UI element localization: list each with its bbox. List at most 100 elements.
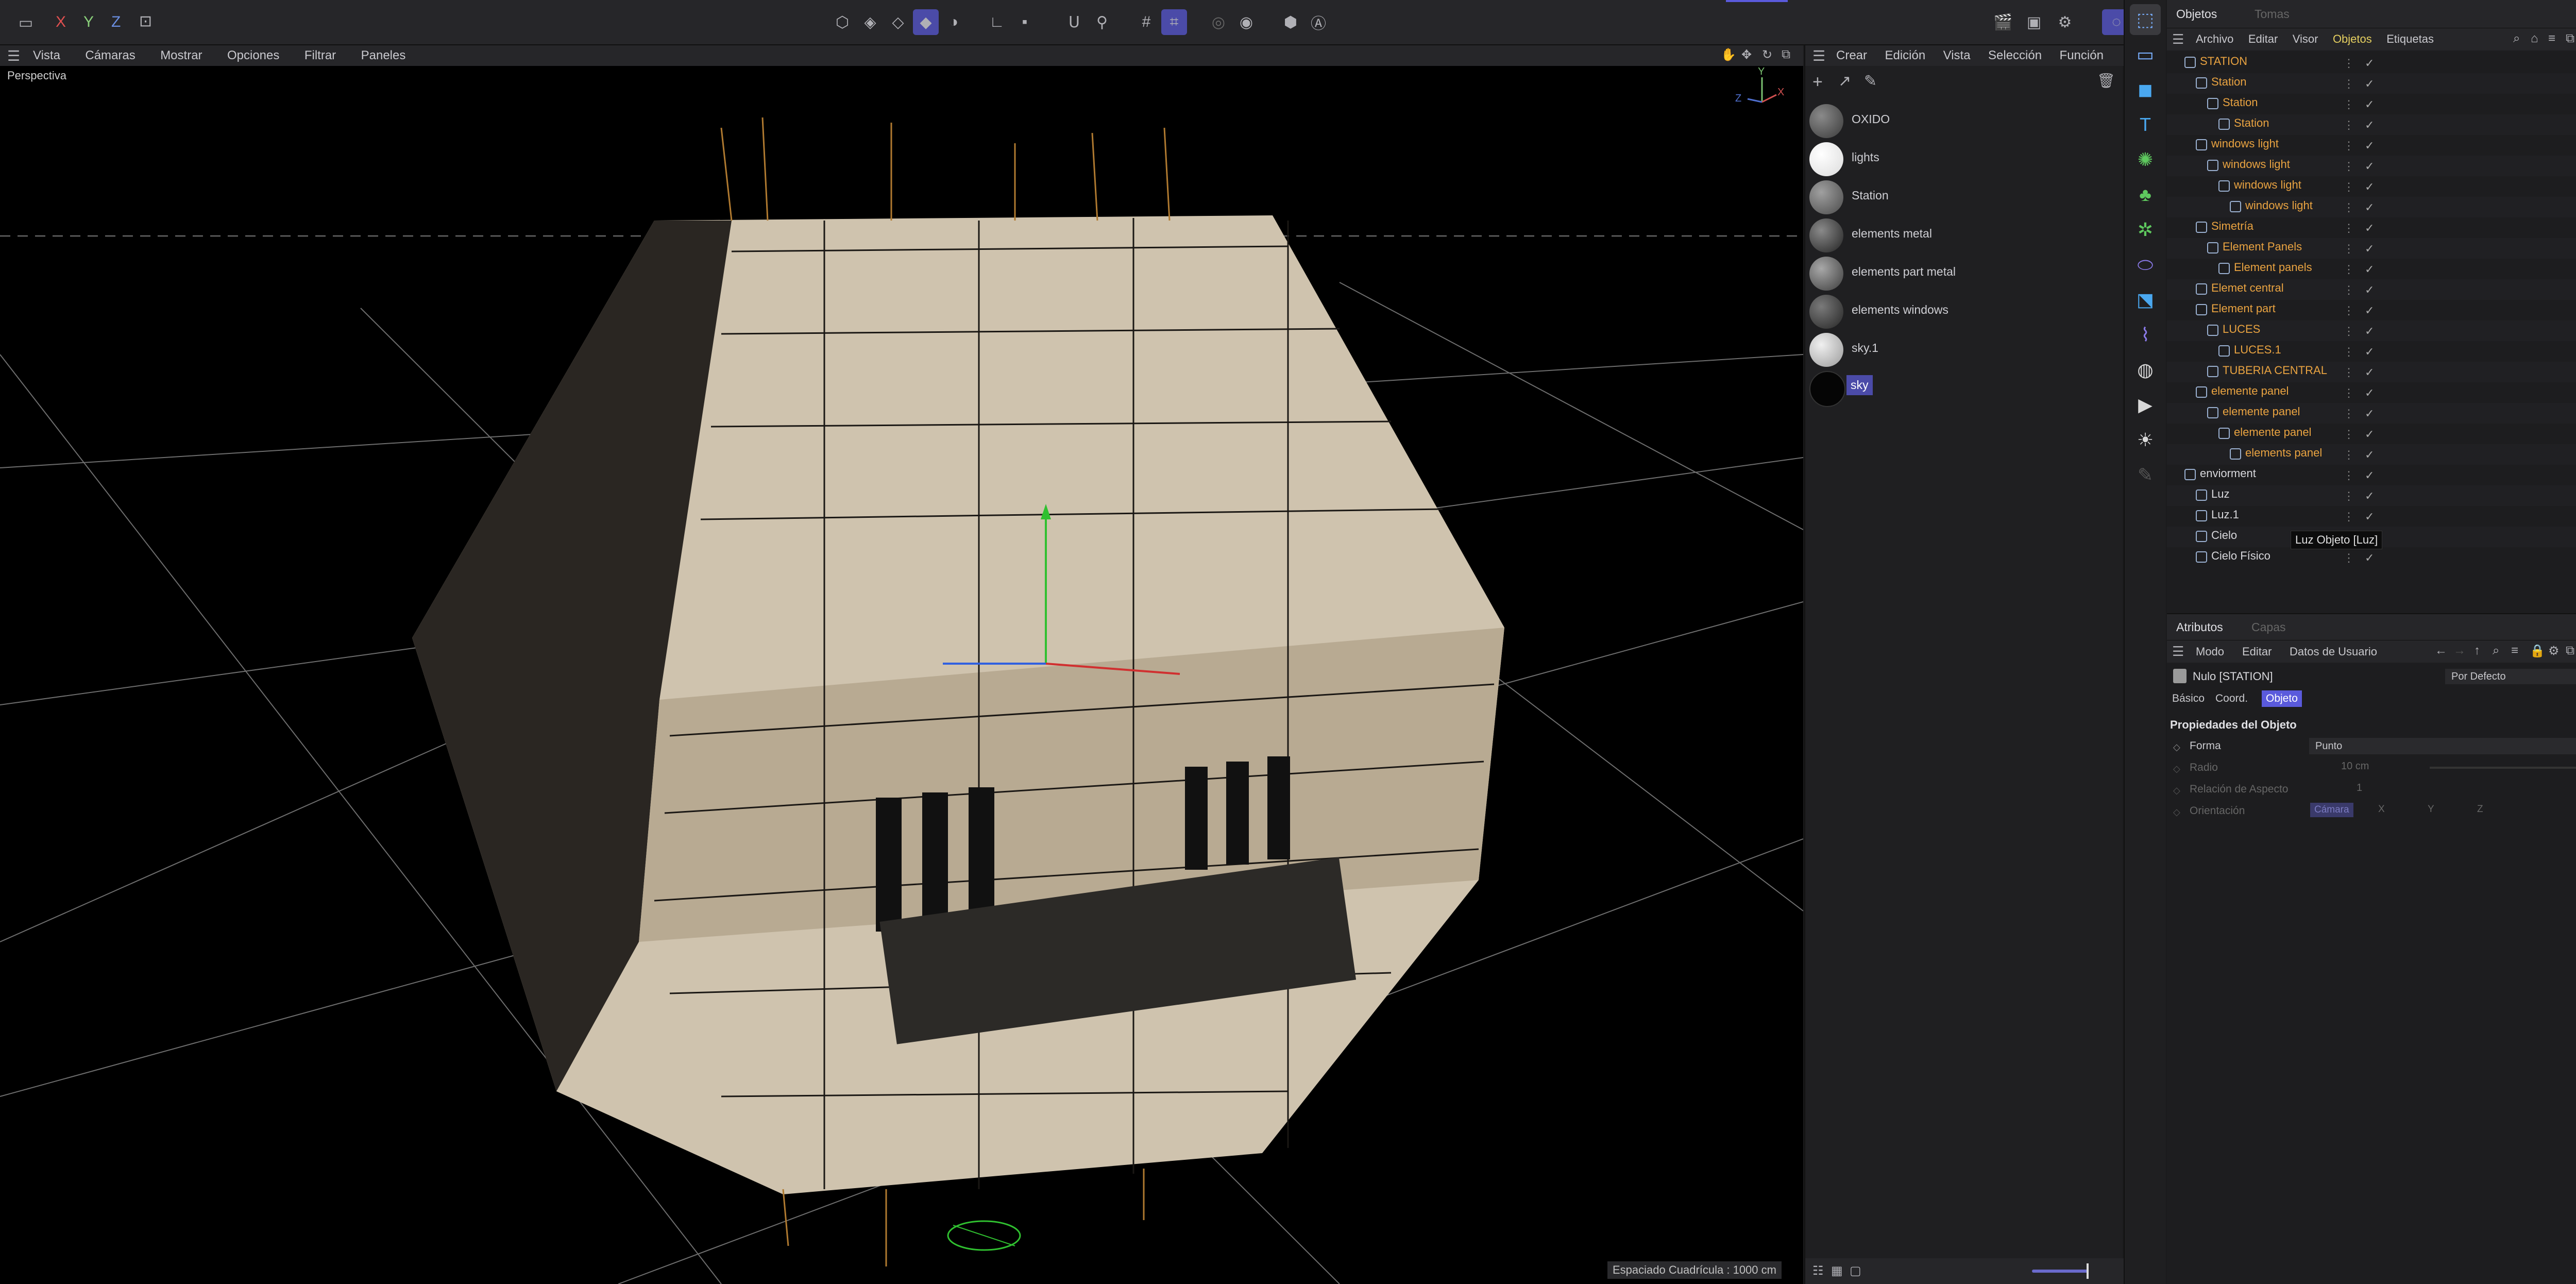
visibility-toggle-icon[interactable]: ⋮ (2343, 304, 2354, 317)
field-icon[interactable]: ⬔ (2130, 284, 2161, 315)
material-item-selected[interactable]: sky (1805, 369, 2124, 407)
visibility-toggle-icon[interactable]: ⋮ (2343, 428, 2354, 441)
object-tree-row[interactable]: Luz.1 ⋮ ✓ (2167, 506, 2576, 527)
menu-filtrar[interactable]: Filtrar (304, 48, 336, 62)
menu-seleccion[interactable]: Selección (1988, 48, 2042, 62)
visibility-toggle-icon[interactable]: ⋮ (2343, 57, 2354, 70)
object-tree-row[interactable]: TUBERIA CENTRAL ⋮ ✓ (2167, 362, 2576, 382)
object-tree-row[interactable]: elemente panel ⋮ ✓ (2167, 424, 2576, 444)
material-item[interactable]: elements part metal (1805, 255, 2124, 293)
render-view-icon[interactable]: 🎬 (1989, 9, 2018, 35)
object-tree-row[interactable]: windows light ⋮ ✓ (2167, 135, 2576, 156)
enable-check-icon[interactable]: ✓ (2365, 263, 2374, 276)
preset-dropdown[interactable]: Por Defecto (2445, 669, 2576, 684)
keyframe-icon[interactable]: ◇ (2173, 785, 2180, 796)
tab-coord[interactable]: Coord. (2215, 692, 2248, 705)
menu-edicion[interactable]: Edición (1885, 48, 1925, 62)
shading-icon[interactable]: ⬢ (1278, 9, 1303, 35)
aspect-field[interactable]: 1 (2357, 782, 2362, 794)
menu-objetos[interactable]: Objetos (2333, 32, 2372, 45)
uv-mode-icon[interactable]: ◑ (941, 9, 967, 35)
trash-icon[interactable]: 🗑 (2097, 72, 2115, 89)
material-item[interactable]: lights (1805, 140, 2124, 178)
enable-check-icon[interactable]: ✓ (2365, 428, 2374, 441)
visibility-toggle-icon[interactable]: ⋮ (2343, 263, 2354, 276)
visibility-toggle-icon[interactable]: ⋮ (2343, 160, 2354, 173)
enable-check-icon[interactable]: ✓ (2365, 551, 2374, 565)
object-tree-row[interactable]: elemente panel ⋮ ✓ (2167, 403, 2576, 424)
menu-datos-usuario[interactable]: Datos de Usuario (2290, 645, 2377, 658)
enable-check-icon[interactable]: ✓ (2365, 222, 2374, 235)
object-tree-row[interactable]: Elemet central ⋮ ✓ (2167, 279, 2576, 300)
object-tree-row[interactable]: LUCES ⋮ ✓ (2167, 320, 2576, 341)
visibility-toggle-icon[interactable]: ⋮ (2343, 407, 2354, 420)
eyedropper-icon[interactable]: ✎ (1864, 72, 1877, 90)
visibility-toggle-icon[interactable]: ⋮ (2343, 325, 2354, 338)
poly-mode-icon[interactable]: ◆ (913, 9, 939, 35)
axis-y-toggle[interactable]: Y (83, 13, 94, 31)
enable-check-icon[interactable]: ✓ (2365, 386, 2374, 400)
enable-check-icon[interactable]: ✓ (2365, 119, 2374, 132)
visibility-toggle-icon[interactable]: ⋮ (2343, 180, 2354, 194)
light-icon[interactable]: ☀ (2130, 425, 2161, 455)
search-icon[interactable]: ⌕ (2513, 31, 2520, 46)
tab-capas[interactable]: Capas (2251, 620, 2285, 634)
enable-check-icon[interactable]: ✓ (2365, 242, 2374, 256)
material-item[interactable]: elements windows (1805, 293, 2124, 331)
visibility-toggle-icon[interactable]: ⋮ (2343, 98, 2354, 111)
material-item[interactable]: sky.1 (1805, 331, 2124, 369)
object-tree-row[interactable]: Cielo Físico ⋮ ✓ (2167, 547, 2576, 568)
lock-icon[interactable]: 🔒 (2530, 644, 2545, 658)
enable-check-icon[interactable]: ✓ (2365, 77, 2374, 91)
filter-icon[interactable]: ≡ (2548, 31, 2555, 46)
menu-vista[interactable]: Vista (33, 48, 60, 62)
enable-check-icon[interactable]: ✓ (2365, 180, 2374, 194)
new-window-icon[interactable]: ⧉ (2566, 644, 2574, 658)
object-tree-row[interactable]: elements panel ⋮ ✓ (2167, 444, 2576, 465)
home-icon[interactable]: ⌂ (2531, 31, 2538, 46)
menu-editar[interactable]: Editar (2248, 32, 2278, 45)
visibility-toggle-icon[interactable]: ⋮ (2343, 201, 2354, 214)
visibility-toggle-icon[interactable]: ⋮ (2343, 119, 2354, 132)
apply-material-icon[interactable]: ↗ (1838, 72, 1851, 90)
object-tree-row[interactable]: windows light ⋮ ✓ (2167, 197, 2576, 217)
enable-check-icon[interactable]: ✓ (2365, 201, 2374, 214)
radio-slider[interactable] (2430, 767, 2576, 769)
menu-camaras[interactable]: Cámaras (85, 48, 135, 62)
keyframe-icon[interactable]: ◇ (2173, 807, 2180, 818)
menu-crear[interactable]: Crear (1836, 48, 1867, 62)
menu-modo[interactable]: Modo (2196, 645, 2224, 658)
3d-viewport[interactable]: Y Z X Perspectiva Espaciado Cuadrícula :… (0, 66, 1803, 1284)
filter-icon[interactable]: ≡ (2511, 644, 2518, 658)
search-icon[interactable]: ⌕ (2493, 644, 2499, 658)
slider-handle[interactable] (2087, 1263, 2089, 1279)
object-tree-row[interactable]: elemente panel ⋮ ✓ (2167, 382, 2576, 403)
object-tree-row[interactable]: STATION ⋮ ✓ (2167, 53, 2576, 73)
tab-objeto[interactable]: Objeto (2262, 690, 2302, 707)
viewport-solo-icon[interactable]: ◎ (1206, 9, 1231, 35)
tab-objetos[interactable]: Objetos (2176, 7, 2217, 21)
object-mode-icon[interactable]: ◈ (857, 9, 883, 35)
menu-opciones[interactable]: Opciones (227, 48, 279, 62)
visibility-toggle-icon[interactable]: ⋮ (2343, 366, 2354, 379)
thumbnail-size-slider[interactable] (2032, 1270, 2089, 1273)
render-picture-viewer-icon[interactable]: ▣ (2020, 9, 2048, 35)
orient-x[interactable]: X (2378, 804, 2385, 815)
object-tree-row[interactable]: Station ⋮ ✓ (2167, 94, 2576, 114)
visibility-toggle-icon[interactable]: ⋮ (2343, 489, 2354, 503)
camera-icon[interactable]: ▶ (2130, 390, 2161, 420)
visibility-toggle-icon[interactable]: ⋮ (2343, 345, 2354, 359)
enable-check-icon[interactable]: ✓ (2365, 283, 2374, 297)
radio-field[interactable]: 10 cm (2341, 761, 2369, 772)
object-tree-row[interactable]: Element panels ⋮ ✓ (2167, 259, 2576, 279)
settings-icon[interactable]: ⚙ (2548, 644, 2560, 658)
object-tree-row[interactable]: Simetría ⋮ ✓ (2167, 217, 2576, 238)
axis-z-toggle[interactable]: Z (111, 13, 121, 31)
visibility-toggle-icon[interactable]: ⋮ (2343, 551, 2354, 565)
hamburger-icon[interactable]: ☰ (2172, 644, 2184, 660)
paint-icon[interactable]: ✎ (2130, 460, 2161, 491)
visibility-toggle-icon[interactable]: ⋮ (2343, 242, 2354, 256)
menu-vista[interactable]: Vista (1943, 48, 1971, 62)
layout-icon[interactable]: ▭ (11, 11, 40, 34)
menu-mostrar[interactable]: Mostrar (160, 48, 202, 62)
